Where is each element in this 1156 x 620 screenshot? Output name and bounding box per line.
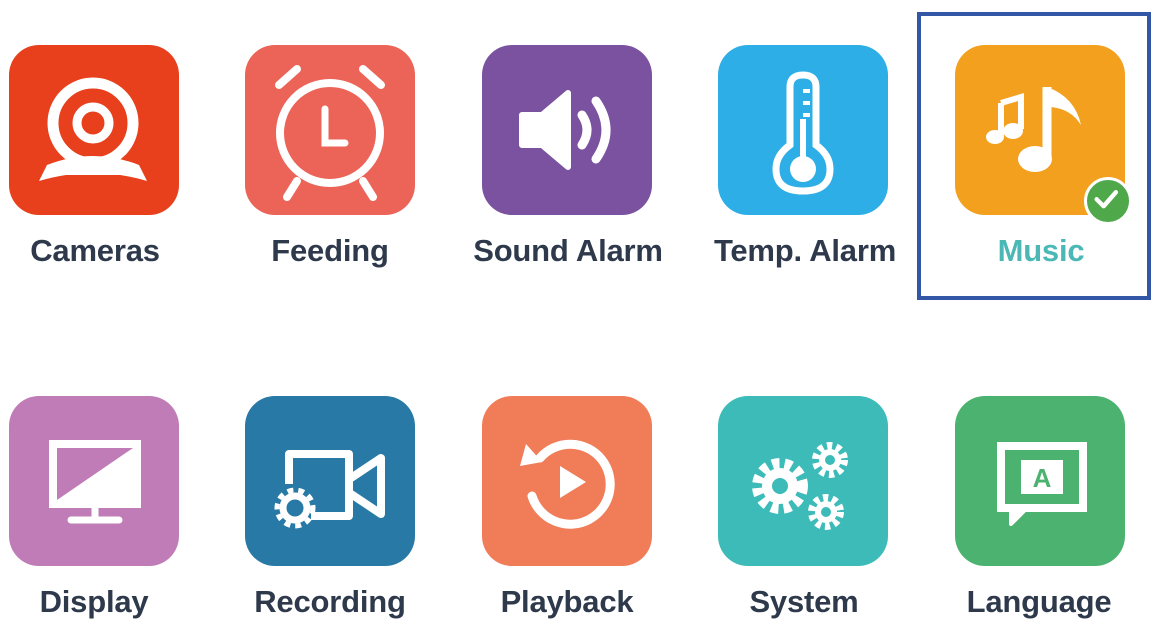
language-button[interactable]: A (955, 396, 1125, 566)
selected-check-badge (1084, 177, 1132, 225)
thermometer-icon (772, 71, 834, 195)
replay-icon (520, 439, 615, 529)
temp-alarm-button[interactable] (718, 45, 888, 215)
monitor-icon (49, 440, 141, 524)
camera-icon (39, 77, 147, 181)
sound-alarm-button[interactable] (482, 45, 652, 215)
feeding-button[interactable] (245, 45, 415, 215)
check-icon (1094, 190, 1119, 209)
recording-button[interactable] (245, 396, 415, 566)
temp-alarm-label: Temp. Alarm (713, 233, 897, 268)
alarm-clock-icon (275, 65, 385, 201)
system-button[interactable] (718, 396, 888, 566)
display-label: Display (39, 584, 149, 619)
system-label: System (749, 584, 859, 619)
selection-highlight (917, 12, 1151, 300)
speaker-icon (519, 90, 611, 170)
language-glyph: A (1033, 463, 1052, 493)
cameras-button[interactable] (9, 45, 179, 215)
display-button[interactable] (9, 396, 179, 566)
feeding-label: Feeding (271, 233, 389, 268)
language-icon: A (997, 442, 1087, 526)
video-record-icon (274, 450, 385, 529)
language-label: Language (966, 584, 1112, 619)
playback-label: Playback (500, 584, 634, 619)
playback-button[interactable] (482, 396, 652, 566)
recording-label: Recording (254, 584, 406, 619)
sound-alarm-label: Sound Alarm (473, 233, 663, 268)
cameras-label: Cameras (30, 233, 160, 268)
gears-icon (752, 442, 848, 530)
